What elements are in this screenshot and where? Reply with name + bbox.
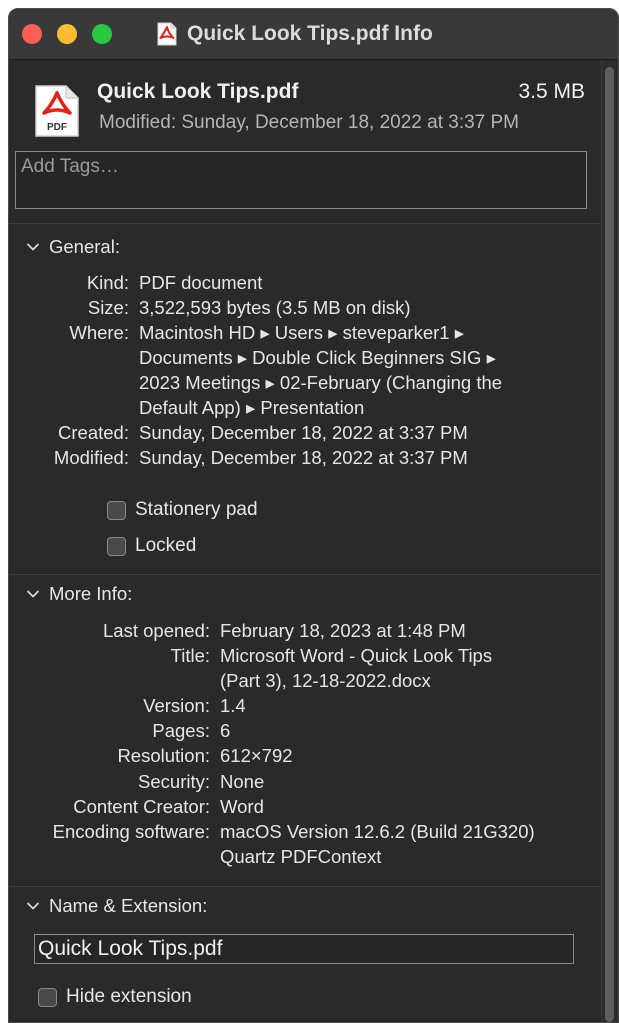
stationery-pad-label: Stationery pad bbox=[135, 499, 258, 520]
checkbox-box[interactable] bbox=[38, 987, 57, 1007]
hide-extension-label: Hide extension bbox=[66, 986, 192, 1007]
info-row-version: Version: 1.4 bbox=[9, 695, 603, 720]
row-value: Quartz PDFContext bbox=[220, 846, 382, 867]
modified-date: Modified: Sunday, December 18, 2022 at 3… bbox=[99, 112, 520, 133]
row-value: 2023 Meetings ▸ 02-February (Changing th… bbox=[139, 372, 503, 393]
chevron-down-icon[interactable] bbox=[26, 240, 40, 254]
info-window: Quick Look Tips.pdf Info PDF Quick Look … bbox=[8, 8, 619, 1023]
row-value: Default App) ▸ Presentation bbox=[139, 397, 365, 418]
section-name-extension-header[interactable]: Name & Extension: bbox=[9, 889, 603, 923]
section-general-label: General: bbox=[49, 236, 120, 257]
info-row-security: Security: None bbox=[9, 771, 603, 796]
info-row-encoding-software-cont: Quartz PDFContext bbox=[9, 846, 603, 871]
info-row-title: Title: Microsoft Word - Quick Look Tips bbox=[9, 645, 603, 670]
info-row-encoding-software: Encoding software: macOS Version 12.6.2 (… bbox=[9, 821, 603, 846]
row-label: Resolution: bbox=[117, 745, 210, 766]
row-value: 1.4 bbox=[220, 695, 246, 716]
row-value: 612×792 bbox=[220, 745, 293, 766]
row-label: Modified: bbox=[53, 447, 129, 468]
section-more-info-label: More Info: bbox=[49, 583, 133, 604]
section-general-header[interactable]: General: bbox=[9, 230, 603, 264]
checkbox-box[interactable] bbox=[107, 500, 126, 520]
window-title: Quick Look Tips.pdf Info bbox=[157, 21, 433, 47]
info-row-pages: Pages: 6 bbox=[9, 720, 603, 745]
row-label: Created: bbox=[58, 422, 129, 443]
file-name: Quick Look Tips.pdf bbox=[97, 80, 299, 103]
info-row-title-cont: (Part 3), 12-18-2022.docx bbox=[9, 670, 603, 695]
section-divider bbox=[9, 574, 603, 575]
name-input[interactable] bbox=[35, 935, 573, 963]
section-divider bbox=[9, 886, 603, 887]
info-row-kind: Kind: PDF document bbox=[9, 272, 603, 297]
minimize-button[interactable] bbox=[57, 24, 77, 44]
pdf-file-icon bbox=[157, 22, 177, 46]
file-size: 3.5 MB bbox=[518, 80, 585, 103]
row-value: None bbox=[220, 771, 265, 792]
row-value: Macintosh HD ▸ Users ▸ steveparker1 ▸ bbox=[139, 322, 464, 343]
row-value: macOS Version 12.6.2 (Build 21G320) bbox=[220, 821, 535, 842]
row-value: PDF document bbox=[139, 272, 263, 293]
chevron-down-icon[interactable] bbox=[26, 587, 40, 601]
row-label: Encoding software: bbox=[52, 821, 210, 842]
zoom-button[interactable] bbox=[92, 24, 112, 44]
info-row-content-creator: Content Creator: Word bbox=[9, 796, 603, 821]
scrollbar-thumb[interactable] bbox=[605, 67, 614, 1022]
locked-label: Locked bbox=[135, 535, 197, 556]
info-row-size: Size: 3,522,593 bytes (3.5 MB on disk) bbox=[9, 297, 603, 322]
info-row-created: Created: Sunday, December 18, 2022 at 3:3… bbox=[9, 422, 603, 447]
section-name-extension-label: Name & Extension: bbox=[49, 895, 208, 916]
info-content: PDF Quick Look Tips.pdf 3.5 MB Modified:… bbox=[9, 60, 603, 1022]
row-value: Sunday, December 18, 2022 at 3:37 PM bbox=[139, 447, 468, 468]
tags-input[interactable] bbox=[16, 152, 586, 182]
pdf-document-icon: PDF bbox=[35, 85, 79, 137]
row-label: Content Creator: bbox=[73, 796, 210, 817]
row-value: 6 bbox=[220, 720, 231, 741]
title-bar[interactable]: Quick Look Tips.pdf Info bbox=[9, 9, 618, 60]
pdf-badge-text: PDF bbox=[47, 122, 67, 133]
info-row-where-cont: 2023 Meetings ▸ 02-February (Changing th… bbox=[9, 372, 603, 397]
locked-checkbox[interactable]: Locked bbox=[107, 535, 196, 557]
window-title-text: Quick Look Tips.pdf Info bbox=[187, 22, 433, 45]
hide-extension-checkbox[interactable]: Hide extension bbox=[38, 986, 192, 1008]
row-value: Documents ▸ Double Click Beginners SIG ▸ bbox=[139, 347, 496, 368]
row-label: Security: bbox=[138, 771, 210, 792]
row-label: Version: bbox=[143, 695, 210, 716]
row-label: Last opened: bbox=[103, 620, 210, 641]
row-value: Sunday, December 18, 2022 at 3:37 PM bbox=[139, 422, 468, 443]
row-label: Pages: bbox=[152, 720, 210, 741]
close-button[interactable] bbox=[22, 24, 42, 44]
info-row-where-cont: Documents ▸ Double Click Beginners SIG ▸ bbox=[9, 347, 603, 372]
info-row-where: Where: Macintosh HD ▸ Users ▸ steveparker… bbox=[9, 322, 603, 347]
vertical-scrollbar[interactable] bbox=[601, 60, 618, 1022]
row-label: Kind: bbox=[86, 272, 129, 293]
row-value: Word bbox=[220, 796, 264, 817]
tags-field[interactable] bbox=[15, 151, 587, 209]
row-value: (Part 3), 12-18-2022.docx bbox=[220, 670, 431, 691]
row-label: Size: bbox=[87, 297, 129, 318]
row-value: 3,522,593 bytes (3.5 MB on disk) bbox=[139, 297, 411, 318]
info-row-resolution: Resolution: 612×792 bbox=[9, 745, 603, 770]
section-more-info-header[interactable]: More Info: bbox=[9, 577, 603, 611]
row-value: February 18, 2023 at 1:48 PM bbox=[220, 620, 466, 641]
row-label: Title: bbox=[170, 645, 210, 666]
row-value: Microsoft Word - Quick Look Tips bbox=[220, 645, 493, 666]
name-field[interactable] bbox=[34, 934, 574, 964]
stationery-pad-checkbox[interactable]: Stationery pad bbox=[107, 499, 258, 521]
file-header: PDF Quick Look Tips.pdf 3.5 MB Modified:… bbox=[9, 60, 603, 224]
checkbox-box[interactable] bbox=[107, 536, 126, 556]
info-row-where-cont: Default App) ▸ Presentation bbox=[9, 397, 603, 422]
row-label: Where: bbox=[69, 322, 129, 343]
info-row-modified: Modified: Sunday, December 18, 2022 at 3:… bbox=[9, 447, 603, 472]
chevron-down-icon[interactable] bbox=[26, 899, 40, 913]
info-row-last-opened: Last opened: February 18, 2023 at 1:48 PM bbox=[9, 620, 603, 645]
